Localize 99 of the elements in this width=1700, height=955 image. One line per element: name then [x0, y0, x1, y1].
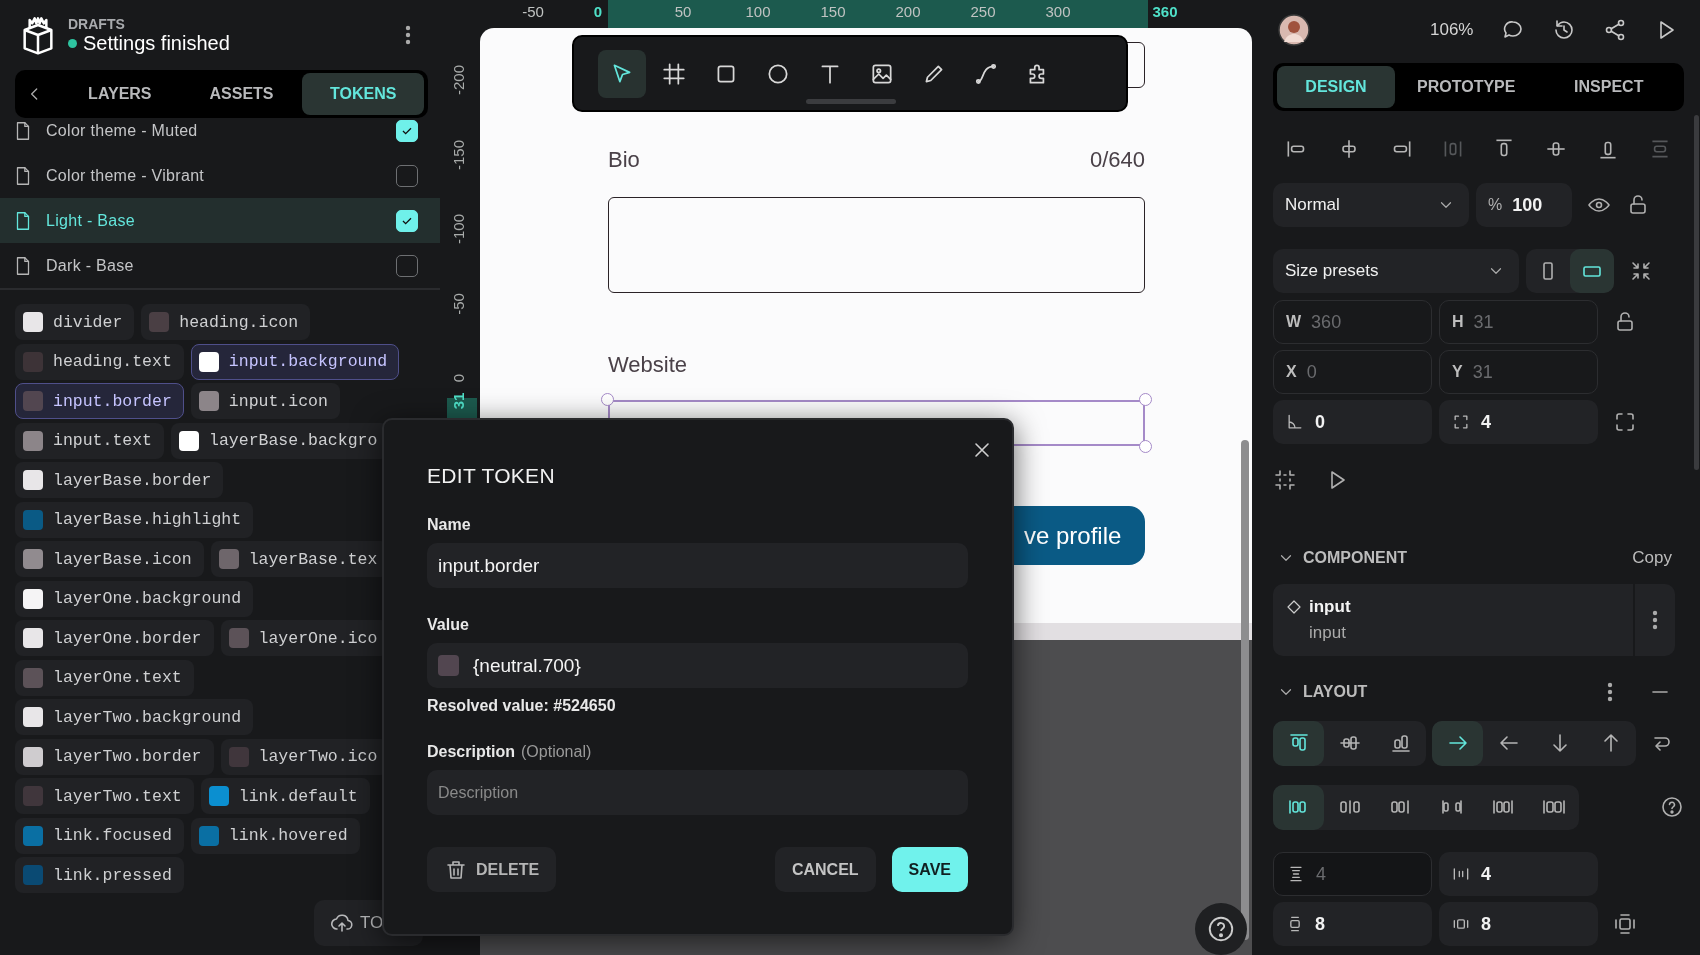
padding-value[interactable]: 8: [1481, 913, 1491, 935]
theme-name: Color theme - Vibrant: [46, 166, 206, 185]
arrow-right-icon[interactable]: [1432, 720, 1483, 766]
checkbox[interactable]: [396, 164, 418, 187]
padding-icon[interactable]: [1613, 912, 1637, 936]
component-card[interactable]: input input: [1273, 584, 1675, 656]
component-path: input: [1308, 623, 1347, 643]
section-title: COMPONENT: [1303, 549, 1407, 567]
align-items-icon[interactable]: [1273, 720, 1324, 766]
token-chip[interactable]: input.background: [190, 343, 400, 380]
help-icon: [1206, 914, 1236, 944]
token-chip[interactable]: layerBase.border: [15, 462, 224, 498]
inspector-tab[interactable]: DESIGN: [1277, 66, 1395, 108]
token-chip[interactable]: link.default: [200, 778, 370, 814]
gap-field[interactable]: 4: [1439, 852, 1598, 896]
landscape-icon[interactable]: [1570, 249, 1614, 293]
ruler-label: 0: [449, 373, 467, 383]
field-label: Name: [427, 516, 472, 534]
theme-row[interactable]: Light - Base: [0, 198, 440, 243]
pointer-icon[interactable]: [598, 49, 646, 98]
ruler-label: 300: [1045, 3, 1071, 20]
ruler-label: 200: [895, 3, 921, 20]
token-chip[interactable]: link.focused: [15, 817, 184, 854]
justify-icon[interactable]: [1273, 784, 1324, 830]
copy-link[interactable]: Copy: [1632, 548, 1672, 568]
character-count: 0/640: [1089, 147, 1145, 173]
resolved-value: Resolved value: #524650: [427, 697, 617, 715]
theme-name: Dark - Base: [46, 256, 135, 275]
field-label: Value: [427, 616, 470, 634]
field-label: Description: [427, 743, 515, 761]
cancel-button[interactable]: CANCEL: [774, 847, 876, 892]
token-chip[interactable]: link.pressed: [15, 857, 184, 893]
radius-value[interactable]: 4: [1481, 411, 1491, 433]
token-chip[interactable]: layerTwo.text: [15, 778, 194, 814]
file-name: Settings finished: [83, 31, 230, 55]
token-chip[interactable]: layerOne.background: [15, 580, 254, 617]
project-label: DRAFTS: [68, 15, 126, 32]
name-field[interactable]: input.border: [427, 543, 968, 588]
ruler-label: -50: [449, 292, 467, 315]
theme-name: Light - Base: [46, 211, 136, 230]
token-chip[interactable]: layerBase.highlight: [15, 501, 254, 538]
component-icon: [1285, 598, 1303, 616]
panel-tab[interactable]: TOKENS: [302, 73, 424, 115]
padding-value[interactable]: 8: [1315, 913, 1325, 935]
delete-button[interactable]: DELETE: [427, 847, 557, 892]
value-field[interactable]: {neutral.700}: [427, 643, 968, 688]
token-chip[interactable]: layerOne.text: [15, 659, 194, 696]
save-profile-button[interactable]: ve profile: [1014, 506, 1145, 565]
inspector-tab[interactable]: PROTOTYPE: [1395, 66, 1538, 108]
scrollbar[interactable]: [1694, 115, 1699, 470]
inspector-tab[interactable]: INSPECT: [1537, 66, 1680, 108]
size-presets-dropdown[interactable]: Size presets: [1273, 249, 1519, 293]
token-chip[interactable]: link.hovered: [190, 817, 360, 854]
avatar[interactable]: [1278, 14, 1310, 46]
token-chip[interactable]: layerBase.icon: [15, 541, 204, 577]
frame-icon[interactable]: [1273, 468, 1297, 492]
token-chip[interactable]: layerTwo.background: [15, 699, 254, 735]
blend-mode-dropdown[interactable]: Normal: [1273, 183, 1469, 227]
help-icon[interactable]: [1660, 795, 1684, 819]
token-chip[interactable]: layerOne.border: [15, 620, 214, 656]
token-chip[interactable]: heading.text: [15, 343, 184, 380]
ruler-label: 360: [1152, 3, 1178, 20]
field-label: Bio: [608, 147, 640, 173]
optional-hint: (Optional): [521, 743, 592, 761]
token-chip[interactable]: input.text: [15, 422, 165, 459]
field-label: Website: [608, 352, 688, 378]
dialog-title: EDIT TOKEN: [427, 464, 556, 488]
corners-icon[interactable]: [1613, 410, 1637, 434]
ruler-label: 100: [745, 3, 771, 20]
ruler-label: 0: [593, 3, 603, 20]
token-chip[interactable]: input.icon: [190, 383, 340, 419]
shrink-icon[interactable]: [1629, 259, 1653, 283]
bio-textarea[interactable]: [608, 197, 1145, 293]
zoom-level[interactable]: 106%: [1430, 20, 1474, 40]
component-name: input: [1309, 597, 1351, 617]
description-field[interactable]: Description: [427, 770, 968, 815]
theme-row[interactable]: Color theme - Vibrant: [0, 153, 440, 198]
section-title: LAYOUT: [1303, 683, 1368, 701]
token-chip[interactable]: heading.icon: [141, 304, 311, 340]
theme-row[interactable]: Dark - Base: [0, 243, 440, 288]
ruler-label: 150: [820, 3, 846, 20]
token-chip[interactable]: input.border: [15, 383, 184, 419]
checkbox[interactable]: [396, 254, 418, 277]
token-chip[interactable]: divider: [15, 304, 135, 340]
ruler-label: 31: [449, 392, 467, 410]
theme-name: Color theme - Muted: [46, 121, 199, 140]
token-chip[interactable]: layerTwo.border: [15, 738, 214, 775]
ruler-label: -150: [449, 139, 467, 170]
opacity-field[interactable]: % 100: [1476, 183, 1572, 227]
save-button[interactable]: SAVE: [891, 847, 968, 892]
ruler-label: 250: [970, 3, 996, 20]
drag-handle[interactable]: [806, 99, 896, 104]
ruler-label: -200: [449, 65, 467, 95]
scrollbar[interactable]: [1241, 440, 1249, 940]
ruler-label: 50: [674, 3, 692, 20]
ruler-label: -50: [522, 3, 544, 20]
cloud-upload-icon: [330, 911, 354, 935]
rotation-value[interactable]: 0: [1315, 411, 1325, 433]
ruler-label: -100: [449, 214, 467, 244]
